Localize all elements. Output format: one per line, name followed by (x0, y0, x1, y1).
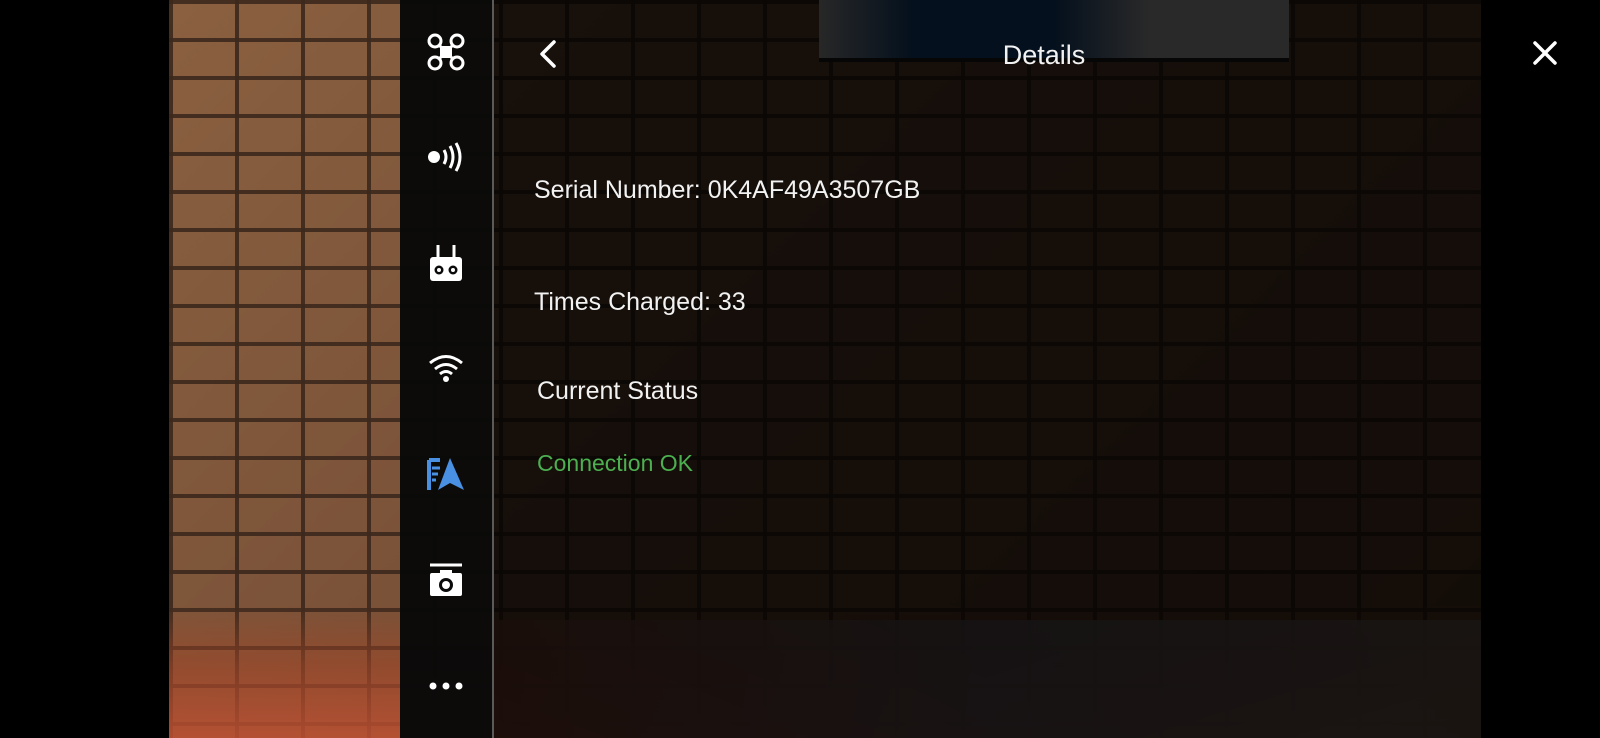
battery-flight-icon (426, 456, 466, 492)
sidebar-item-signal[interactable] (400, 127, 492, 187)
current-status-heading: Current Status (537, 377, 699, 405)
drone-icon (426, 32, 466, 72)
page-title: Details (1002, 40, 1086, 70)
app-screen: Details Serial Number: 0K4AF49A3507GB Ti… (0, 0, 1600, 738)
camera-icon (428, 562, 464, 598)
times-charged-row: Times Charged: 33 (534, 288, 746, 317)
serial-number-value: 0K4AF49A3507GB (707, 176, 921, 204)
remote-controller-icon (428, 243, 464, 283)
settings-sidebar (400, 0, 494, 738)
serial-number-row: Serial Number: 0K4AF49A3507GB (534, 176, 920, 205)
times-charged-label: Times Charged: (534, 288, 711, 316)
sidebar-item-more[interactable] (400, 656, 492, 716)
sidebar-item-battery[interactable] (400, 444, 492, 504)
sidebar-item-camera[interactable] (400, 550, 492, 610)
details-panel: Details Serial Number: 0K4AF49A3507GB Ti… (494, 0, 1481, 738)
serial-number-label: Serial Number: (534, 176, 701, 204)
close-button[interactable] (1528, 38, 1562, 72)
signal-broadcast-icon (426, 142, 466, 172)
more-dots-icon (428, 681, 464, 691)
status-badge: Connection OK (537, 450, 693, 476)
sidebar-item-remote-controller[interactable] (400, 233, 492, 293)
sidebar-item-wifi[interactable] (400, 338, 492, 398)
times-charged-value: 33 (717, 288, 746, 316)
sidebar-item-aircraft[interactable] (400, 22, 492, 82)
wifi-icon (428, 353, 464, 383)
close-icon (1532, 40, 1558, 71)
